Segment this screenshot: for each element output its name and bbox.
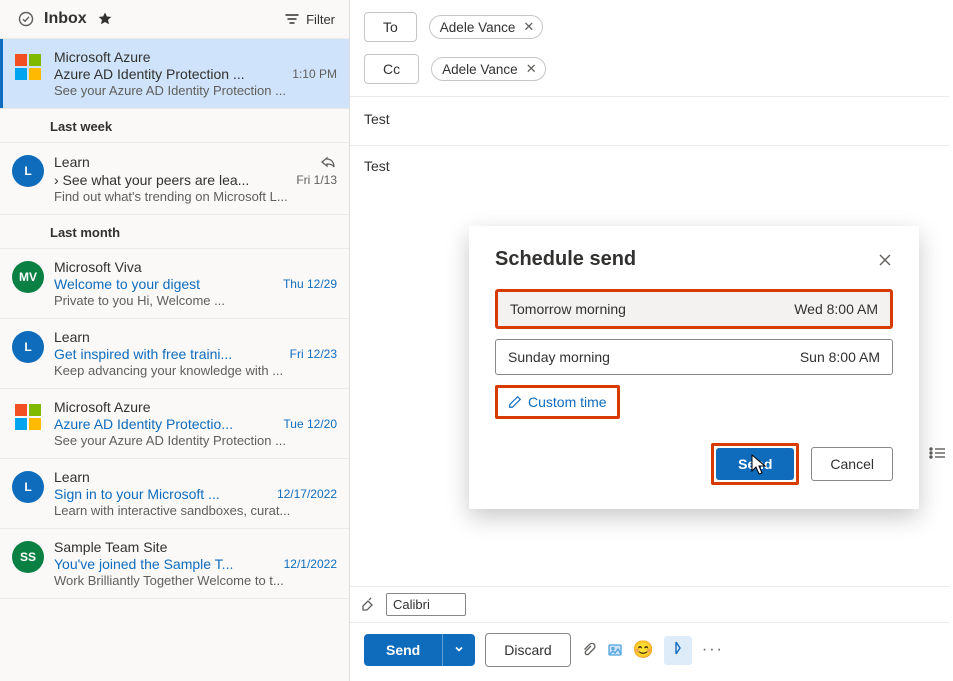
cc-row: Cc Adele Vance ✕ xyxy=(350,42,949,84)
schedule-send-icon[interactable] xyxy=(664,636,692,665)
message-time: Fri 12/23 xyxy=(290,347,337,361)
message-sender: Learn xyxy=(54,154,90,170)
folder-title: Inbox xyxy=(44,10,87,28)
message-subject: Get inspired with free traini... xyxy=(54,346,232,362)
message-subject: Sign in to your Microsoft ... xyxy=(54,486,220,502)
filter-icon xyxy=(284,11,300,27)
formatting-toolbar: Calibri xyxy=(350,586,949,623)
close-icon[interactable] xyxy=(877,252,893,268)
more-icon[interactable]: ··· xyxy=(702,641,724,659)
schedule-option-sunday[interactable]: Sunday morning Sun 8:00 AM xyxy=(495,339,893,375)
compose-action-bar: Send Discard 😊 ··· xyxy=(350,623,949,681)
message-subject: Welcome to your digest xyxy=(54,276,200,292)
section-header: Last week xyxy=(0,109,349,143)
message-row[interactable]: L LearnGet inspired with free traini... Fr… xyxy=(0,319,349,389)
attach-icon[interactable] xyxy=(581,642,597,658)
schedule-option-tomorrow[interactable]: Tomorrow morning Wed 8:00 AM xyxy=(495,289,893,329)
dialog-cancel-button[interactable]: Cancel xyxy=(811,447,893,481)
message-time: 1:10 PM xyxy=(292,67,337,81)
message-subject: You've joined the Sample T... xyxy=(54,556,233,572)
message-time: Tue 12/20 xyxy=(283,417,337,431)
compose-pane: To Adele Vance ✕ Cc Adele Vance ✕ Test T… xyxy=(350,0,953,681)
message-sender: Microsoft Azure xyxy=(54,399,150,415)
paint-format-icon[interactable] xyxy=(360,597,376,613)
avatar: L xyxy=(12,155,44,187)
to-row: To Adele Vance ✕ xyxy=(350,0,949,42)
avatar: L xyxy=(12,331,44,363)
cc-button[interactable]: Cc xyxy=(364,54,419,84)
message-preview: Private to you Hi, Welcome ... xyxy=(54,293,337,308)
picture-icon[interactable] xyxy=(607,642,623,658)
message-row[interactable]: Microsoft AzureAzure AD Identity Protect… xyxy=(0,39,349,109)
filter-button[interactable]: Filter xyxy=(284,11,335,27)
chevron-down-icon xyxy=(453,643,465,655)
send-dropdown[interactable] xyxy=(442,634,475,666)
reply-icon[interactable] xyxy=(319,153,337,171)
message-sender: Learn xyxy=(54,329,90,345)
emoji-icon[interactable]: 😊 xyxy=(633,640,654,660)
message-row[interactable]: Microsoft AzureAzure AD Identity Protect… xyxy=(0,389,349,459)
message-time: Thu 12/29 xyxy=(283,277,337,291)
message-subject: › See what your peers are lea... xyxy=(54,172,249,188)
recipient-chip-cc[interactable]: Adele Vance ✕ xyxy=(431,57,545,81)
message-time: 12/17/2022 xyxy=(277,487,337,501)
message-row[interactable]: L Learn › See what your peers are lea... Fr… xyxy=(0,143,349,215)
select-all-icon[interactable] xyxy=(18,11,34,27)
send-split-button: Send xyxy=(364,634,475,666)
right-gutter xyxy=(929,446,947,460)
message-row[interactable]: SS Sample Team SiteYou've joined the Samp… xyxy=(0,529,349,599)
send-button[interactable]: Send xyxy=(364,634,442,666)
dialog-send-button[interactable]: Send xyxy=(716,448,794,480)
dialog-title: Schedule send xyxy=(495,248,636,271)
message-subject: Azure AD Identity Protectio... xyxy=(54,416,233,432)
discard-button[interactable]: Discard xyxy=(485,633,570,667)
message-row[interactable]: MV Microsoft VivaWelcome to your digest Th… xyxy=(0,249,349,319)
to-button[interactable]: To xyxy=(364,12,417,42)
message-preview: Learn with interactive sandboxes, curat.… xyxy=(54,503,337,518)
font-select[interactable]: Calibri xyxy=(386,593,466,616)
message-subject: Azure AD Identity Protection ... xyxy=(54,66,245,82)
custom-time-button[interactable]: Custom time xyxy=(495,385,620,419)
message-preview: See your Azure AD Identity Protection ..… xyxy=(54,433,337,448)
avatar xyxy=(12,51,44,83)
avatar xyxy=(12,401,44,433)
message-preview: Work Brilliantly Together Welcome to t..… xyxy=(54,573,337,588)
message-time: 12/1/2022 xyxy=(284,557,337,571)
message-sender: Sample Team Site xyxy=(54,539,167,555)
message-sender: Microsoft Viva xyxy=(54,259,142,275)
message-row[interactable]: L LearnSign in to your Microsoft ... 12/17… xyxy=(0,459,349,529)
avatar: L xyxy=(12,471,44,503)
remove-chip-icon[interactable]: ✕ xyxy=(523,19,534,35)
message-sender: Microsoft Azure xyxy=(54,49,150,65)
message-list-pane: Inbox Filter Microsoft AzureAzure AD Ide… xyxy=(0,0,350,681)
message-time: Fri 1/13 xyxy=(296,173,337,187)
schedule-send-dialog: Schedule send Tomorrow morning Wed 8:00 … xyxy=(469,226,919,509)
section-header: Last month xyxy=(0,215,349,249)
remove-chip-icon[interactable]: ✕ xyxy=(526,61,537,77)
avatar: MV xyxy=(12,261,44,293)
message-preview: Keep advancing your knowledge with ... xyxy=(54,363,337,378)
bullet-list-icon[interactable] xyxy=(929,446,947,460)
avatar: SS xyxy=(12,541,44,573)
edit-icon xyxy=(508,395,522,409)
list-header: Inbox Filter xyxy=(0,0,349,39)
message-preview: See your Azure AD Identity Protection ..… xyxy=(54,83,337,98)
subject-field[interactable]: Test xyxy=(350,97,949,133)
recipient-chip-to[interactable]: Adele Vance ✕ xyxy=(429,15,543,39)
message-preview: Find out what's trending on Microsoft L.… xyxy=(54,189,337,204)
star-icon[interactable] xyxy=(97,11,113,27)
message-sender: Learn xyxy=(54,469,90,485)
